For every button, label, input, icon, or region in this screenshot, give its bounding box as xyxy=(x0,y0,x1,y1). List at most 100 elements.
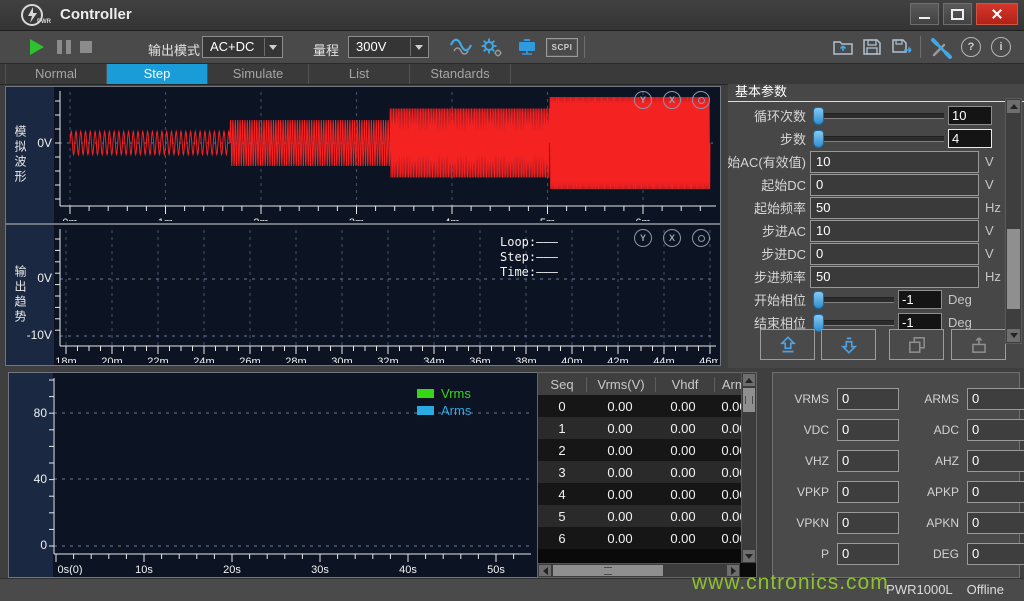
reset-x-zoom-icon[interactable]: X xyxy=(663,229,681,247)
param-input[interactable]: 0 xyxy=(810,174,979,196)
output-mode-select[interactable]: AC+DC xyxy=(202,36,283,58)
table-horizontal-scrollbar[interactable] xyxy=(538,563,740,577)
waveform-view-icon[interactable] xyxy=(449,37,473,62)
maximize-button[interactable] xyxy=(943,3,972,25)
scroll-right-button[interactable] xyxy=(727,565,739,576)
table-cell: 0.00 xyxy=(654,399,712,414)
chart-legend: VrmsArms xyxy=(417,385,471,419)
save-as-icon[interactable] xyxy=(890,37,914,62)
tools-wrench-icon[interactable] xyxy=(930,37,954,64)
table-row[interactable]: 00.000.000.00 xyxy=(538,395,756,417)
scroll-down-button[interactable] xyxy=(743,550,755,562)
settings-gears-icon[interactable] xyxy=(480,37,504,64)
slider-thumb-icon[interactable] xyxy=(813,130,824,148)
param-slider[interactable] xyxy=(814,136,944,142)
svg-text:38m: 38m xyxy=(515,356,536,363)
close-icon xyxy=(991,8,1003,20)
load-sequence-button[interactable] xyxy=(951,329,1006,360)
reset-y-zoom-icon[interactable]: Y xyxy=(634,91,652,109)
table-cell: 0.00 xyxy=(654,421,712,436)
table-row[interactable]: 50.000.000.00 xyxy=(538,505,756,527)
param-input[interactable]: 10 xyxy=(810,151,979,173)
param-value[interactable]: 10 xyxy=(948,106,992,125)
param-slider[interactable] xyxy=(814,297,894,303)
measurement-label-vhz: VHZ xyxy=(781,454,829,468)
scroll-up-button[interactable] xyxy=(743,374,755,386)
column-header[interactable]: Seq xyxy=(538,377,586,392)
tab-normal[interactable]: Normal xyxy=(5,64,107,84)
table-vertical-scrollbar[interactable] xyxy=(741,373,756,563)
download-steps-button[interactable] xyxy=(821,329,876,360)
table-row[interactable]: 60.000.000.00 xyxy=(538,527,756,549)
table-row[interactable]: 40.000.000.00 xyxy=(538,483,756,505)
save-icon[interactable] xyxy=(861,37,883,62)
tab-standards[interactable]: Standards xyxy=(410,64,511,84)
param-row: 循环次数10 xyxy=(728,104,1008,127)
param-row: 步进DC0V xyxy=(728,242,1008,265)
svg-text:32m: 32m xyxy=(377,356,398,363)
table-row[interactable]: 30.000.000.00 xyxy=(538,461,756,483)
statusbar: PWR1000L Offline xyxy=(0,578,1024,601)
help-icon[interactable]: ? xyxy=(961,37,981,57)
scroll-thumb[interactable] xyxy=(1007,229,1020,309)
column-header[interactable]: Vrms(V) xyxy=(586,377,655,392)
scroll-thumb[interactable] xyxy=(743,388,755,412)
snapshot-camera-icon[interactable] xyxy=(692,229,710,247)
toolbar: 输出模式 AC+DC 量程 300V SCPI xyxy=(0,31,1024,64)
table-cell: 0.00 xyxy=(654,487,712,502)
snapshot-camera-icon[interactable] xyxy=(692,91,710,109)
tab-simulate[interactable]: Simulate xyxy=(208,64,309,84)
params-scrollbar[interactable] xyxy=(1005,98,1022,344)
param-value[interactable]: 4 xyxy=(948,129,992,148)
slider-thumb-icon[interactable] xyxy=(813,107,824,125)
param-slider[interactable] xyxy=(814,113,944,119)
table-cell: 0.00 xyxy=(586,531,654,546)
column-header[interactable]: Vhdf xyxy=(655,377,714,392)
tab-list[interactable]: List xyxy=(309,64,410,84)
run-button[interactable] xyxy=(30,39,44,55)
slider-thumb-icon[interactable] xyxy=(813,291,824,309)
svg-text:36m: 36m xyxy=(469,356,490,363)
param-label: 始AC(有效值) xyxy=(728,152,806,171)
close-button[interactable] xyxy=(976,3,1018,25)
param-input[interactable]: 0 xyxy=(810,243,979,265)
reset-x-zoom-icon[interactable]: X xyxy=(663,91,681,109)
measurement-value-adc: 0 xyxy=(967,419,1024,441)
svg-text:42m: 42m xyxy=(607,356,628,363)
minimize-button[interactable] xyxy=(910,3,939,25)
param-slider[interactable] xyxy=(814,320,894,326)
upload-steps-button[interactable] xyxy=(760,329,815,360)
info-icon[interactable]: i xyxy=(991,37,1011,57)
tab-step[interactable]: Step xyxy=(107,64,208,84)
scpi-icon[interactable]: SCPI xyxy=(546,38,578,57)
table-row[interactable]: 20.000.000.00 xyxy=(538,439,756,461)
pwr-logo-icon: PWR xyxy=(16,2,52,33)
open-file-icon[interactable] xyxy=(832,37,854,62)
legend-item: Arms xyxy=(417,402,471,419)
legend-swatch xyxy=(417,406,434,415)
svg-text:0s(0): 0s(0) xyxy=(57,564,82,575)
table-row[interactable]: 10.000.000.00 xyxy=(538,417,756,439)
analog-waveform-chart[interactable]: 模拟波形 0V 0m1m2m3m4m5m6m Y X xyxy=(5,86,721,224)
save-sequence-button[interactable] xyxy=(889,329,944,360)
measurement-label-adc: ADC xyxy=(907,423,959,437)
scroll-down-button[interactable] xyxy=(1007,329,1020,342)
sequence-table: SeqVrms(V)VhdfArms 00.000.000.0010.000.0… xyxy=(537,372,757,578)
scroll-thumb[interactable] xyxy=(553,565,663,576)
remote-display-icon[interactable] xyxy=(516,37,538,62)
svg-text:3m: 3m xyxy=(349,217,364,221)
param-value[interactable]: -1 xyxy=(898,290,942,309)
svg-text:5m: 5m xyxy=(540,217,555,221)
param-input[interactable]: 50 xyxy=(810,197,979,219)
scroll-up-button[interactable] xyxy=(1007,100,1020,113)
param-input[interactable]: 50 xyxy=(810,266,979,288)
stop-button[interactable] xyxy=(80,41,92,53)
scroll-left-button[interactable] xyxy=(539,565,551,576)
reset-y-zoom-icon[interactable]: Y xyxy=(634,229,652,247)
output-trend-chart[interactable]: 输出趋势 0V -10V 18m20m22m24m26m28m30m32m34m… xyxy=(5,224,721,366)
pause-button[interactable] xyxy=(57,40,71,54)
measure-trend-chart[interactable]: 80 40 0 0s(0)10s20s30s40s50s VrmsArms xyxy=(8,372,538,578)
legend-label: Arms xyxy=(441,403,471,418)
range-select[interactable]: 300V xyxy=(348,36,429,58)
param-input[interactable]: 10 xyxy=(810,220,979,242)
